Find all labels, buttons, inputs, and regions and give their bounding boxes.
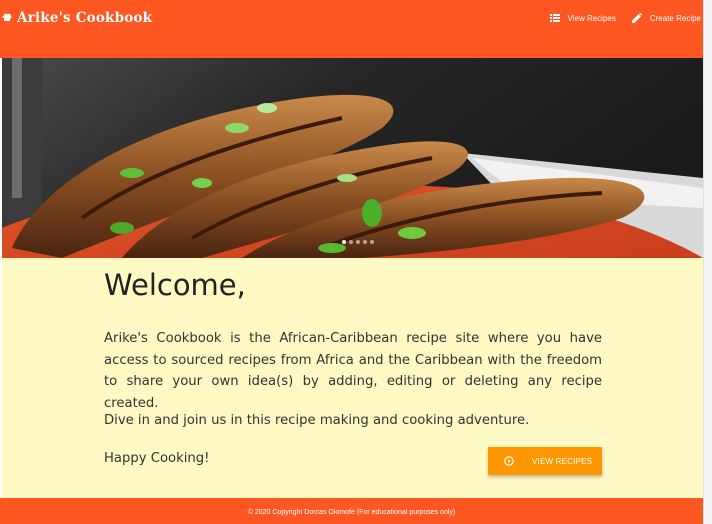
view-recipes-button[interactable]: VIEW RECIPES [488, 447, 602, 475]
brand-title: Arike's Cookbook [17, 10, 153, 26]
welcome-section: Welcome, Arike's Cookbook is the African… [2, 258, 703, 498]
list-icon [549, 14, 560, 22]
view-recipes-button-label: VIEW RECIPES [532, 456, 593, 466]
footer: © 2020 Copyright Dorcas Olomofe (For edu… [0, 498, 703, 524]
carousel-dot[interactable] [356, 240, 360, 244]
page-title: Welcome, [104, 268, 246, 302]
nav-view-recipes[interactable]: View Recipes [549, 13, 616, 23]
hero-food-image [2, 58, 703, 258]
carousel-dot[interactable] [363, 240, 367, 244]
play-circle-icon [504, 456, 514, 466]
chef-hat-icon [2, 12, 12, 24]
carousel-dot[interactable] [370, 240, 374, 244]
navbar: Arike's Cookbook View Recipes Create Rec… [0, 0, 703, 58]
carousel-indicators [342, 240, 377, 244]
carousel-dot[interactable] [349, 240, 353, 244]
footer-copyright: © 2020 Copyright Dorcas Olomofe (For edu… [247, 509, 456, 516]
nav-create-recipe[interactable]: Create Recipe [631, 13, 701, 23]
carousel-dot[interactable] [342, 240, 346, 244]
nav-links: View Recipes Create Recipe [534, 13, 701, 23]
nav-view-recipes-label: View Recipes [567, 13, 616, 23]
window-edge [703, 0, 712, 524]
brand-logo[interactable]: Arike's Cookbook [2, 10, 152, 26]
pencil-icon [631, 13, 642, 23]
intro-paragraph: Arike's Cookbook is the African-Caribbea… [104, 331, 602, 411]
invite-paragraph: Dive in and join us in this recipe makin… [104, 413, 530, 428]
nav-create-recipe-label: Create Recipe [649, 13, 701, 23]
hero-carousel[interactable] [2, 58, 703, 258]
page: Arike's Cookbook View Recipes Create Rec… [0, 0, 712, 524]
